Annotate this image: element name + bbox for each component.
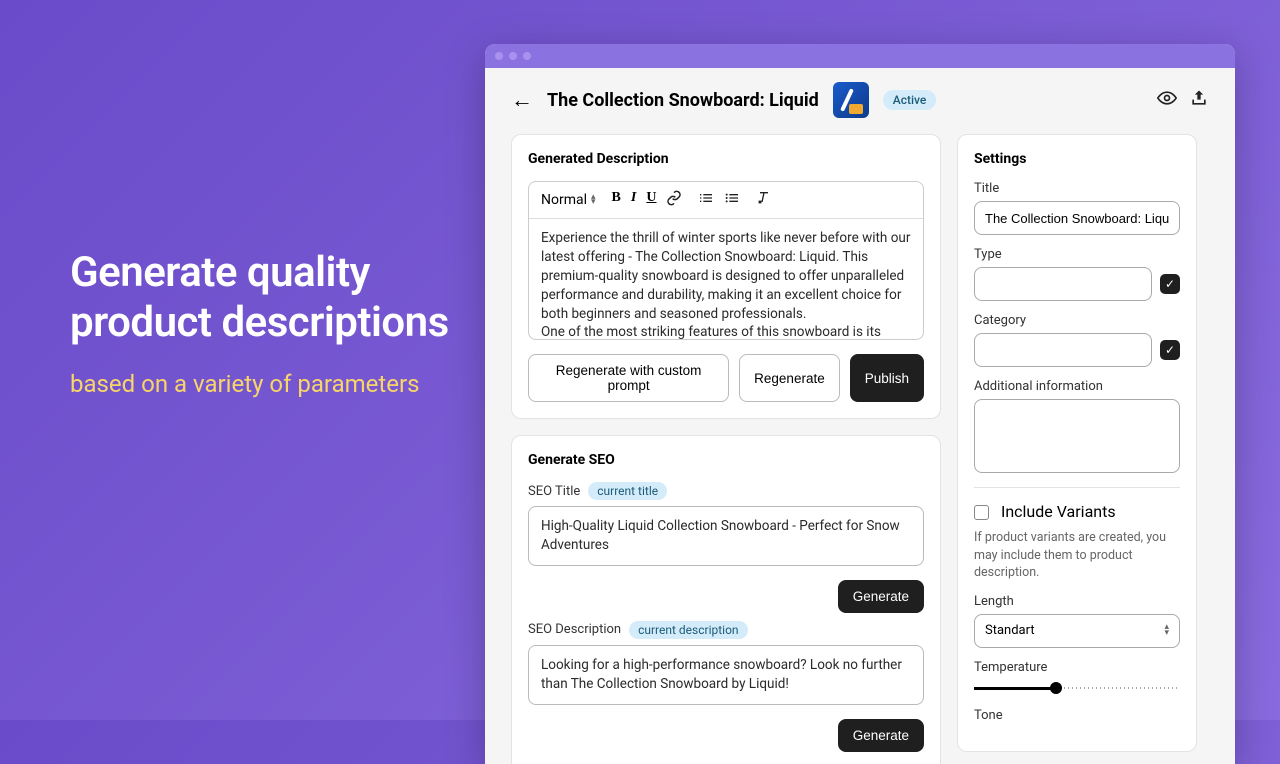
status-badge: Active <box>883 90 937 110</box>
traffic-light-min[interactable] <box>509 52 517 60</box>
title-input[interactable] <box>974 201 1180 235</box>
additional-info-label: Additional information <box>974 379 1180 394</box>
rich-text-editor: Normal ▴▾ B I U <box>528 181 924 340</box>
page-title: The Collection Snowboard: Liquid <box>547 90 819 111</box>
additional-info-textarea[interactable] <box>974 399 1180 473</box>
seo-title-label: SEO Title <box>528 484 580 499</box>
category-input[interactable] <box>974 333 1152 367</box>
type-field-label: Type <box>974 247 1152 262</box>
clear-formatting-icon[interactable] <box>756 190 772 210</box>
chevron-updown-icon: ▴▾ <box>591 195 596 206</box>
tone-field-label: Tone <box>974 708 1180 723</box>
traffic-light-max[interactable] <box>523 52 531 60</box>
current-description-pill: current description <box>629 621 747 639</box>
type-input[interactable] <box>974 267 1152 301</box>
back-arrow-icon[interactable]: ← <box>511 87 533 113</box>
promo-headline: Generate quality product descriptions <box>70 248 450 349</box>
type-toggle-checkbox[interactable]: ✓ <box>1160 274 1180 294</box>
generated-description-card: Generated Description Normal ▴▾ B I U <box>511 134 941 419</box>
window-titlebar <box>485 44 1235 68</box>
link-icon[interactable] <box>666 190 682 210</box>
paragraph-style-select[interactable]: Normal ▴▾ <box>541 192 596 208</box>
divider <box>974 487 1180 488</box>
editor-toolbar: Normal ▴▾ B I U <box>529 182 923 219</box>
category-field-label: Category <box>974 313 1152 328</box>
variants-help-text: If product variants are created, you may… <box>974 529 1180 582</box>
page-header: ← The Collection Snowboard: Liquid Activ… <box>511 82 1209 118</box>
length-select[interactable]: Standart ▴▾ <box>974 614 1180 648</box>
slider-knob[interactable] <box>1050 682 1062 694</box>
ordered-list-icon[interactable] <box>698 190 714 210</box>
length-field-label: Length <box>974 594 1180 609</box>
preview-eye-icon[interactable] <box>1157 88 1177 113</box>
publish-button[interactable]: Publish <box>850 354 924 402</box>
seo-description-input[interactable]: Looking for a high-performance snowboard… <box>528 645 924 705</box>
generate-seo-title-button[interactable]: Generate <box>838 580 924 613</box>
seo-title-input[interactable]: High-Quality Liquid Collection Snowboard… <box>528 506 924 566</box>
unordered-list-icon[interactable] <box>724 190 740 210</box>
include-variants-label: Include Variants <box>1001 502 1116 521</box>
chevron-updown-icon: ▴▾ <box>1164 625 1169 636</box>
underline-button[interactable]: U <box>646 190 656 210</box>
seo-description-label: SEO Description <box>528 622 621 637</box>
traffic-light-close[interactable] <box>495 52 503 60</box>
generate-seo-card: Generate SEO SEO Title current title Hig… <box>511 435 941 764</box>
temperature-field-label: Temperature <box>974 660 1180 675</box>
product-thumbnail <box>833 82 869 118</box>
generate-seo-desc-button[interactable]: Generate <box>838 719 924 752</box>
section-title: Generate SEO <box>528 452 924 468</box>
temperature-slider[interactable] <box>974 680 1180 696</box>
current-title-pill: current title <box>588 482 667 500</box>
share-icon[interactable] <box>1189 88 1209 113</box>
regenerate-button[interactable]: Regenerate <box>739 354 840 402</box>
title-field-label: Title <box>974 181 1180 196</box>
section-title: Generated Description <box>528 151 924 167</box>
regenerate-custom-button[interactable]: Regenerate with custom prompt <box>528 354 729 402</box>
include-variants-checkbox[interactable] <box>974 505 989 520</box>
promo-subhead: based on a variety of parameters <box>70 369 450 400</box>
settings-card: Settings Title Type ✓ C <box>957 134 1197 752</box>
italic-button[interactable]: I <box>631 190 636 210</box>
app-window: ← The Collection Snowboard: Liquid Activ… <box>485 44 1235 764</box>
category-toggle-checkbox[interactable]: ✓ <box>1160 340 1180 360</box>
include-variants-row[interactable]: Include Variants <box>974 502 1116 521</box>
section-title: Settings <box>974 151 1180 167</box>
editor-content[interactable]: Experience the thrill of winter sports l… <box>529 219 923 339</box>
bold-button[interactable]: B <box>612 190 621 210</box>
